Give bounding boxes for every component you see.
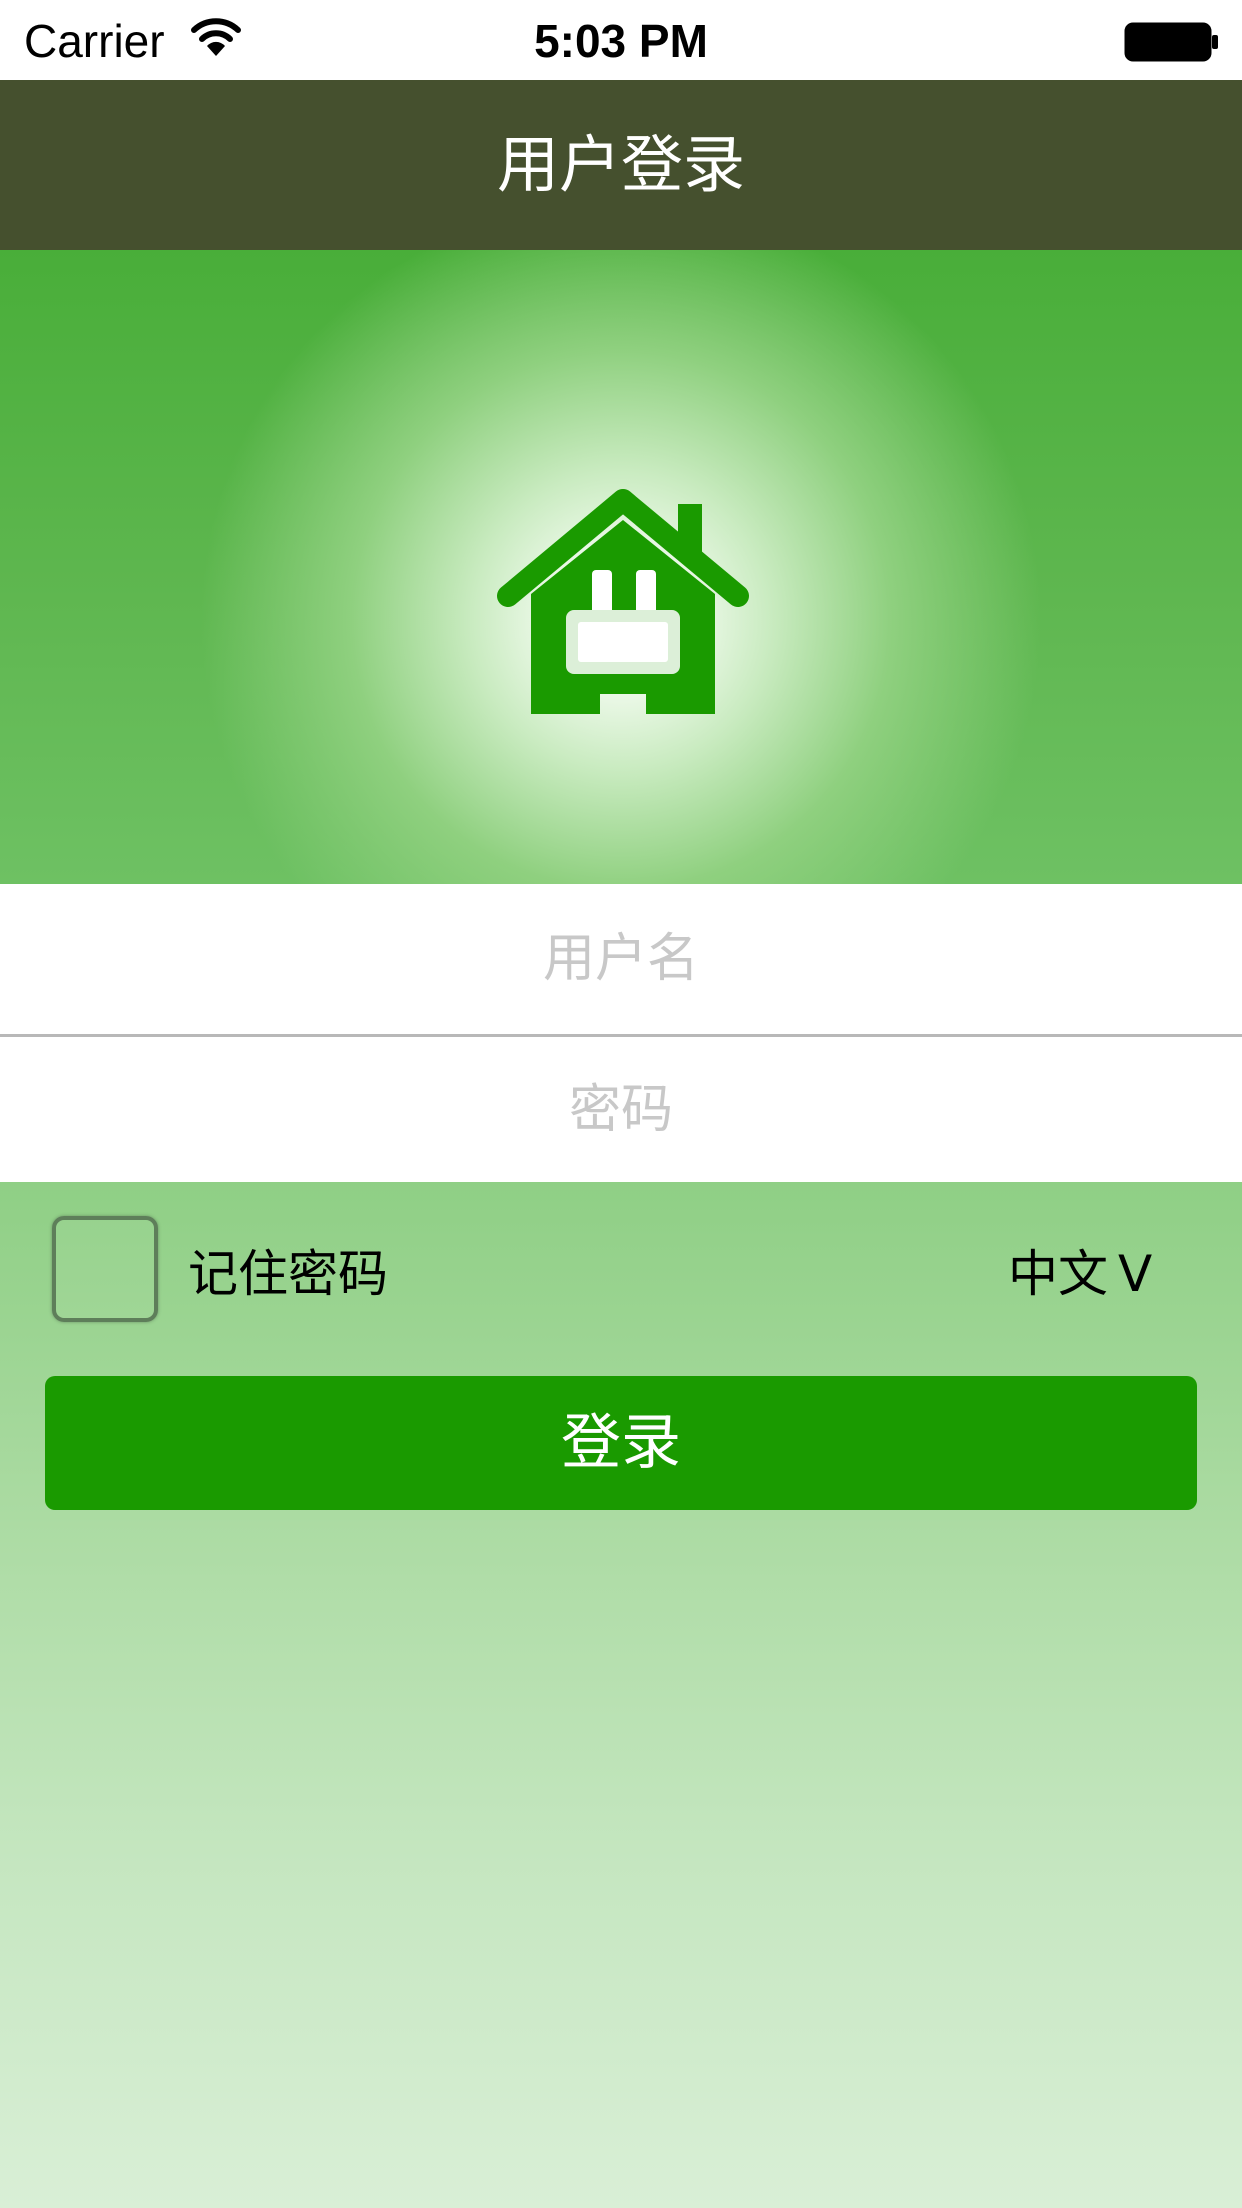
password-input[interactable] [0,1037,1242,1182]
language-label: 中文 [1008,1245,1108,1303]
remember-password-label: 记住密码 [188,1245,388,1303]
battery-icon [1124,22,1218,62]
hero-banner [0,250,1242,884]
status-time: 5:03 PM [534,15,708,67]
username-field[interactable] [0,884,1242,1034]
page-title: 用户登录 [496,128,745,201]
house-logo-icon [497,489,749,714]
chevron-down-icon: V [1118,1245,1153,1303]
language-selector[interactable]: 中文 V [1008,1234,1152,1306]
status-bar: Carrier 5:03 PM [0,0,1242,80]
password-field[interactable] [0,1037,1242,1182]
username-input[interactable] [0,884,1242,1034]
login-options-panel: 记住密码 中文 V 登录 [0,1182,1242,2208]
remember-password-checkbox[interactable] [52,1216,158,1322]
navigation-bar: 用户登录 [0,80,1242,250]
login-button[interactable]: 登录 [45,1376,1197,1510]
